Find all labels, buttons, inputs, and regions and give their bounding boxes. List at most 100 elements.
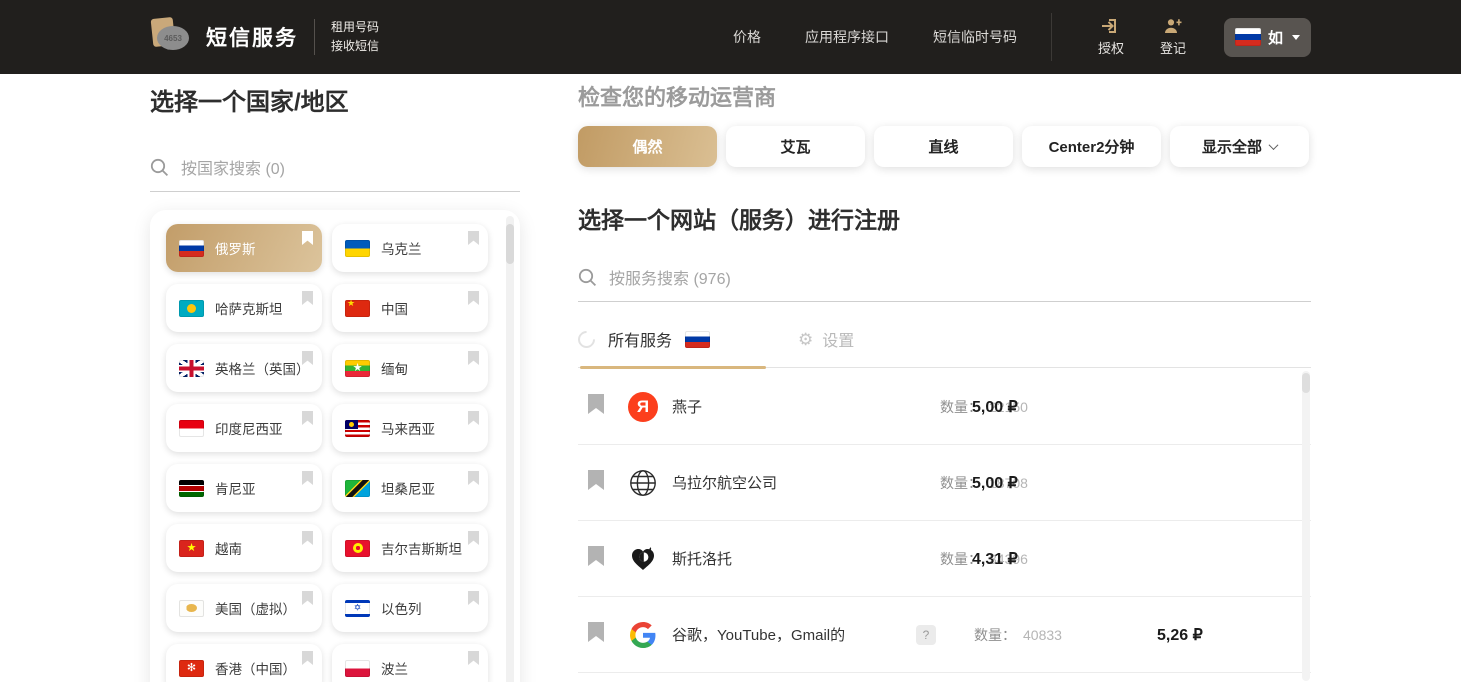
login-button[interactable]: 授权 [1098, 18, 1124, 57]
operator-button[interactable]: Center2分钟 [1022, 126, 1161, 167]
country-item[interactable]: 吉尔吉斯斯坦 [332, 524, 488, 572]
country-flag-icon [345, 539, 370, 557]
quantity: 数量： 18708 [940, 474, 1028, 491]
russia-flag-icon [1234, 28, 1261, 46]
country-flag-icon [345, 659, 370, 677]
country-flag-icon [345, 239, 370, 257]
bookmark-icon[interactable] [588, 622, 628, 647]
chevron-down-icon [1268, 140, 1279, 151]
price: 5,00 ₽ [972, 474, 1018, 492]
bookmark-icon[interactable] [468, 351, 479, 370]
tagline: 租用号码 接收短信 [331, 20, 380, 53]
bookmark-icon[interactable] [302, 531, 313, 550]
country-item[interactable]: 印度尼西亚 [166, 404, 322, 452]
nav-divider [1050, 13, 1052, 61]
page: 4653 短信服务 租用号码 接收短信 价格 应用程序接口 短信临时号码 授权 … [0, 0, 1461, 682]
logo-badge: 4653 [164, 33, 182, 43]
bookmark-icon[interactable] [302, 291, 313, 310]
logo[interactable]: 4653 短信服务 [150, 14, 298, 60]
help-badge[interactable]: ? [916, 624, 936, 645]
quantity: 数量： 34396 [940, 550, 1028, 567]
country-flag-icon [179, 299, 204, 317]
service-scrollbar[interactable] [1302, 371, 1310, 681]
bookmark-icon[interactable] [588, 394, 628, 419]
quantity: 数量： 22150 [940, 398, 1028, 415]
google-icon [628, 620, 658, 650]
country-item[interactable]: 俄罗斯 [166, 224, 322, 272]
service-scrollbar-thumb[interactable] [1302, 373, 1310, 393]
nav-link[interactable]: 价格 [733, 27, 761, 47]
country-item[interactable]: 马来西亚 [332, 404, 488, 452]
bookmark-icon[interactable] [302, 231, 313, 250]
search-icon [578, 268, 597, 286]
bookmark-icon[interactable] [468, 591, 479, 610]
nav-link[interactable]: 短信临时号码 [933, 27, 1017, 47]
country-item[interactable]: 香港（中国） [166, 644, 322, 682]
country-flag-icon [179, 539, 204, 557]
country-search-placeholder: 按国家搜索 (0) [181, 161, 286, 178]
logo-divider [314, 19, 315, 55]
service-row[interactable]: Я 燕子 数量： 22150 5,00 ₽ [578, 369, 1311, 445]
country-item[interactable]: 肯尼亚 [166, 464, 322, 512]
country-item[interactable]: 中国 [332, 284, 488, 332]
country-flag-icon [179, 359, 204, 377]
country-scrollbar-thumb[interactable] [506, 224, 514, 264]
country-item[interactable]: 越南 [166, 524, 322, 572]
price: 5,26 ₽ [1157, 626, 1203, 644]
services-title: 选择一个网站（服务）进行注册 [578, 207, 900, 233]
bookmark-icon[interactable] [468, 651, 479, 670]
price: 4,31 ₽ [972, 550, 1018, 568]
service-search-placeholder: 按服务搜索 (976) [609, 271, 731, 288]
bookmark-icon[interactable] [302, 411, 313, 430]
country-item[interactable]: 乌克兰 [332, 224, 488, 272]
operator-button[interactable]: 艾瓦 [726, 126, 865, 167]
bookmark-icon[interactable] [468, 471, 479, 490]
price: 5,00 ₽ [972, 398, 1018, 416]
service-list: Я 燕子 数量： 22150 5,00 ₽ 乌拉尔航空公司 数量： 18708 5,… [578, 369, 1311, 681]
tab-settings[interactable]: ⚙ 设置 [798, 327, 854, 351]
country-flag-icon [345, 419, 370, 437]
bookmark-icon[interactable] [588, 546, 628, 571]
country-grid: 俄罗斯 乌克兰 哈萨克斯坦 ★ 中国 英格兰（英国） ★ 缅甸 印度尼西亚 马来… [150, 210, 520, 682]
country-flag-icon [345, 359, 370, 377]
tab-all-services[interactable]: 所有服务 [595, 327, 711, 351]
service-row[interactable]: 谷歌，YouTube，Gmail的 ? 数量： 40833 5,26 ₽ [578, 597, 1311, 673]
service-search[interactable]: 按服务搜索 (976) [578, 265, 1311, 302]
service-row[interactable]: 斯托洛托 数量： 34396 4,31 ₽ [578, 521, 1311, 597]
country-panel-title: 选择一个国家/地区 [150, 89, 349, 116]
bookmark-icon[interactable] [588, 470, 628, 495]
country-item[interactable]: 英格兰（英国） [166, 344, 322, 392]
country-item[interactable]: 哈萨克斯坦 [166, 284, 322, 332]
language-selector[interactable]: 如 [1223, 17, 1311, 57]
operator-button[interactable]: 偶然 [578, 126, 717, 167]
country-flag-icon [179, 479, 204, 497]
gear-icon: ⚙ [798, 329, 814, 349]
country-scrollbar[interactable] [506, 216, 514, 682]
bookmark-icon[interactable] [302, 351, 313, 370]
country-search[interactable]: 按国家搜索 (0) [150, 155, 520, 192]
user-add-icon [1164, 18, 1182, 33]
login-icon [1102, 18, 1117, 33]
bookmark-icon[interactable] [302, 651, 313, 670]
register-button[interactable]: 登记 [1160, 18, 1186, 57]
operator-button[interactable]: 显示全部 [1170, 126, 1309, 167]
bookmark-icon[interactable] [468, 231, 479, 250]
country-flag-icon [345, 479, 370, 497]
nav-link[interactable]: 应用程序接口 [805, 27, 889, 47]
country-item[interactable]: 美国（虚拟） [166, 584, 322, 632]
yandex-icon: Я [628, 391, 658, 422]
operator-button[interactable]: 直线 [874, 126, 1013, 167]
country-item[interactable]: 坦桑尼亚 [332, 464, 488, 512]
country-item[interactable]: 以色列 [332, 584, 488, 632]
bookmark-icon[interactable] [468, 411, 479, 430]
chevron-down-icon [1292, 34, 1300, 40]
country-item[interactable]: 缅甸 [332, 344, 488, 392]
bookmark-icon[interactable] [468, 531, 479, 550]
top-nav: 价格 应用程序接口 短信临时号码 授权 登记 如 [689, 13, 1311, 61]
service-panel: 检查您的移动运营商 偶然 艾瓦 直线 Center2分钟 显示全部 选择一个网站… [574, 74, 1311, 681]
country-item[interactable]: 波兰 [332, 644, 488, 682]
bookmark-icon[interactable] [468, 291, 479, 310]
bookmark-icon[interactable] [302, 591, 313, 610]
service-row[interactable]: 乌拉尔航空公司 数量： 18708 5,00 ₽ [578, 445, 1311, 521]
bookmark-icon[interactable] [302, 471, 313, 490]
